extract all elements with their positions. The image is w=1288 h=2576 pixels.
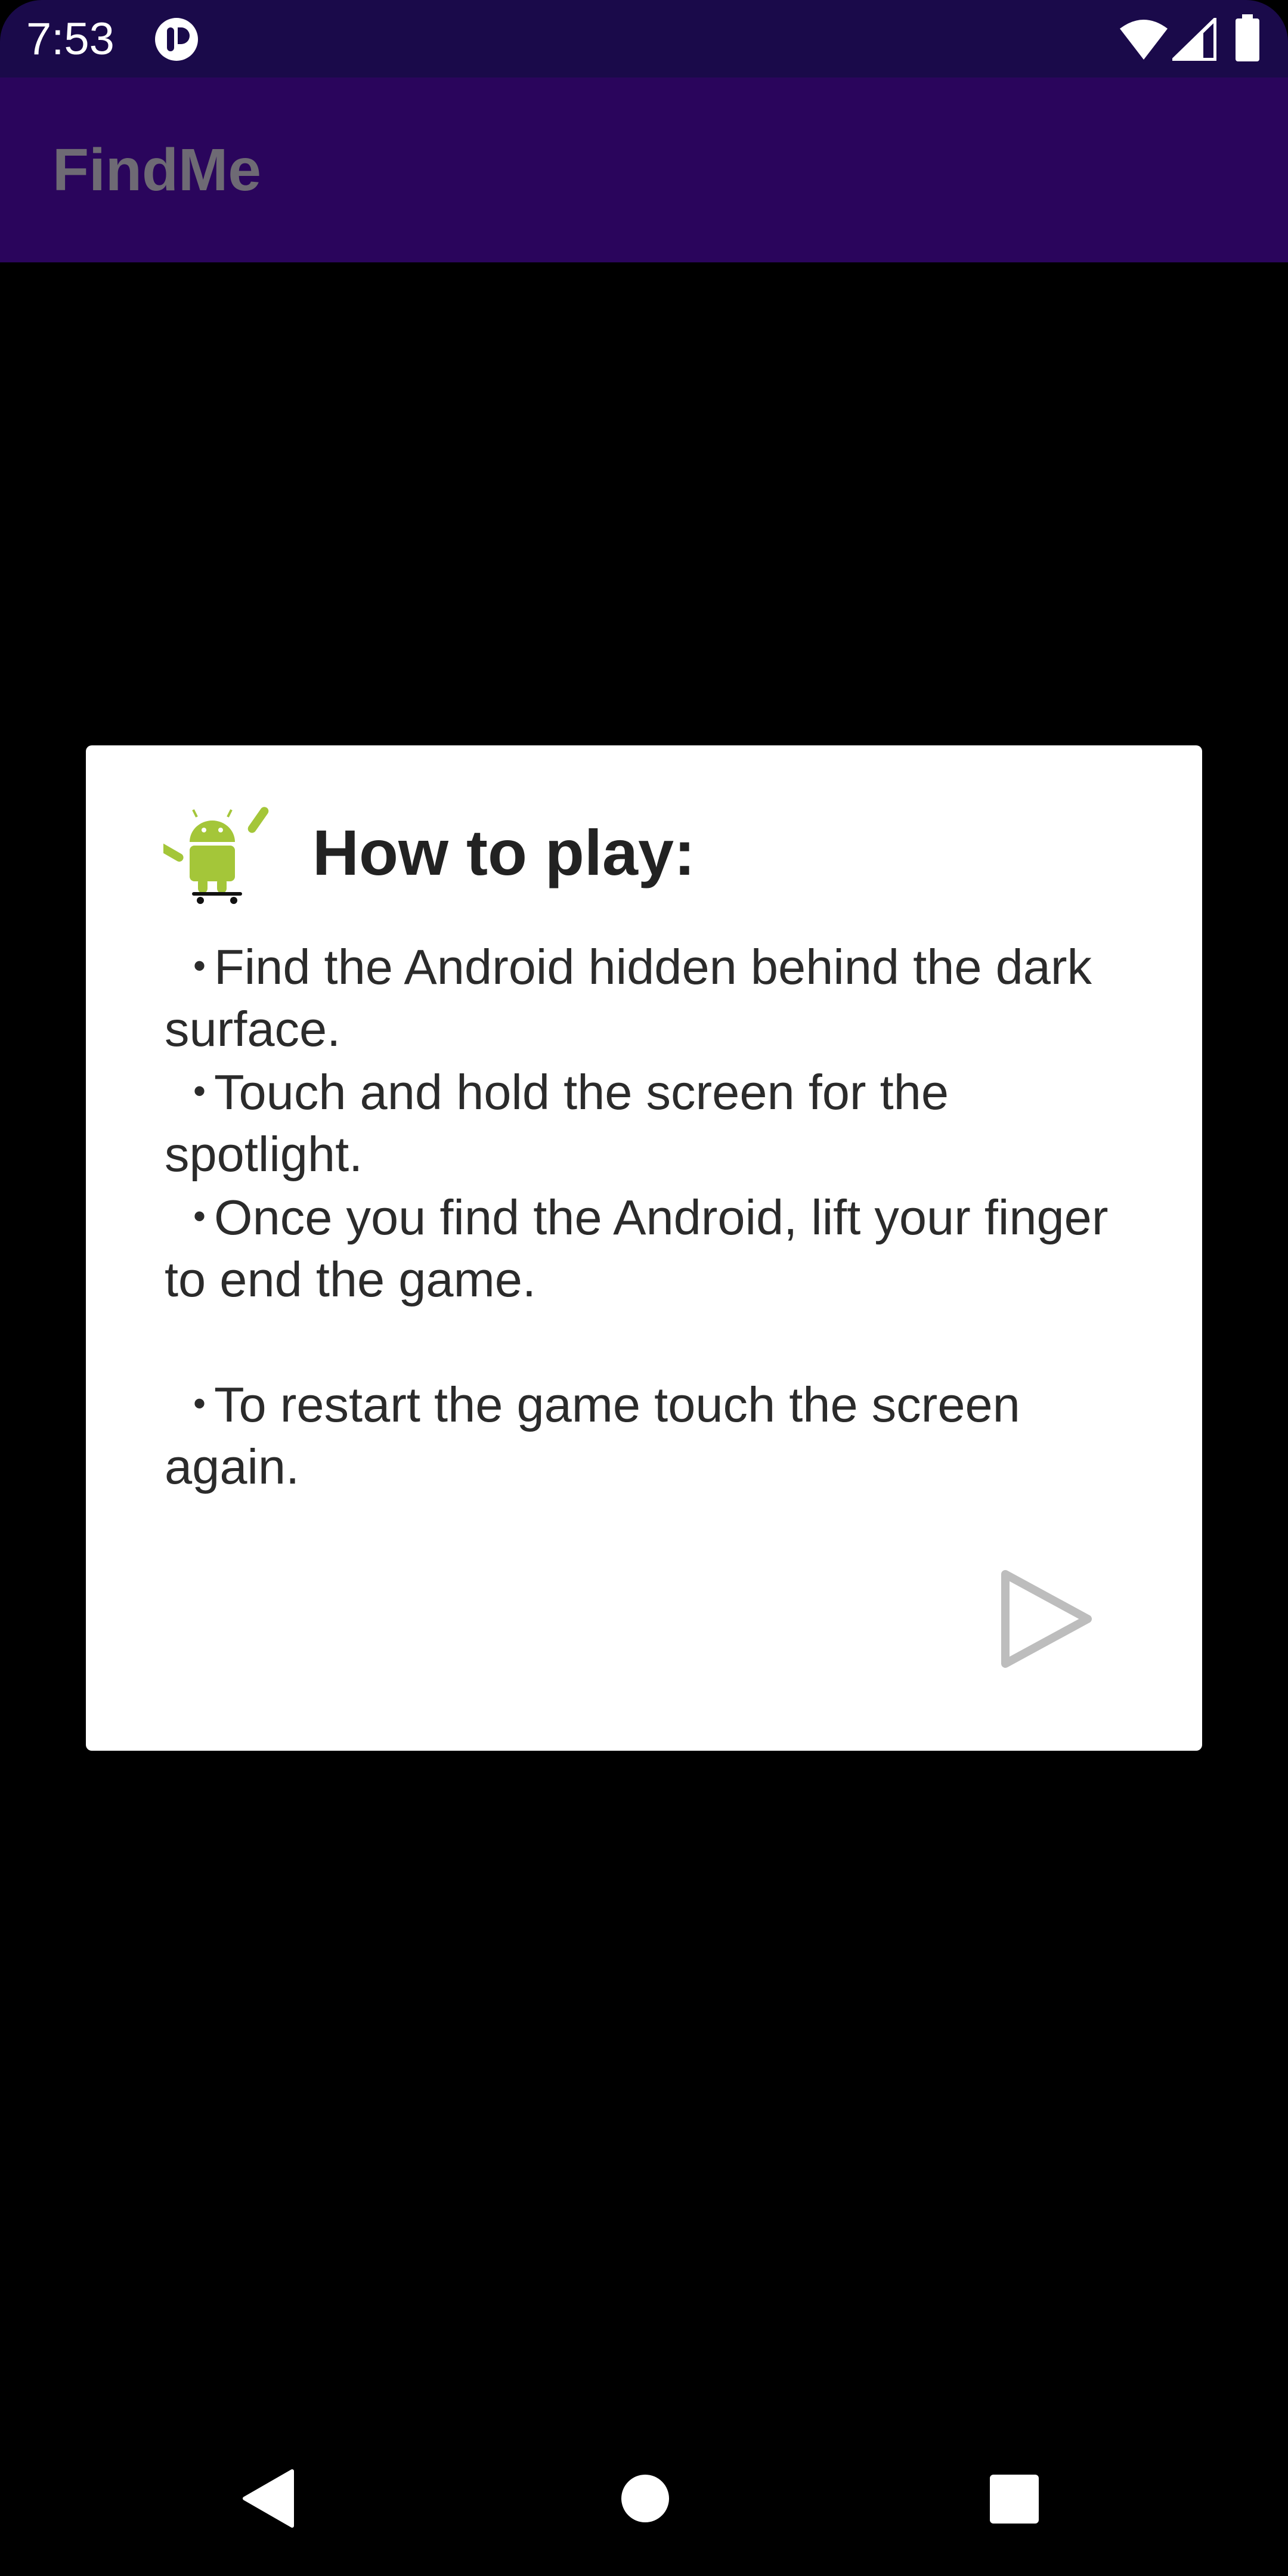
instruction-item: • Touch and hold the screen for the spotl… <box>165 1064 949 1182</box>
android-skateboard-icon <box>163 807 269 904</box>
app-notification-icon <box>155 18 198 61</box>
cellular-signal-icon <box>1172 18 1216 61</box>
instruction-item: • Find the Android hidden behind the dark… <box>165 939 1092 1057</box>
back-icon[interactable] <box>241 2469 295 2528</box>
app-title: FindMe <box>52 137 261 203</box>
play-icon[interactable] <box>992 1562 1100 1676</box>
status-time: 7:53 <box>26 14 114 64</box>
status-bar: 7:53 <box>0 0 1288 78</box>
home-icon[interactable] <box>620 2473 670 2524</box>
instruction-item: • To restart the game touch the screen ag… <box>165 1377 1020 1494</box>
phone-screen: 7:53 FindMe How to play: • Find the Andr… <box>0 0 1288 2576</box>
battery-icon <box>1236 14 1259 61</box>
wifi-icon <box>1120 20 1168 60</box>
app-bar: FindMe <box>0 78 1288 262</box>
instructions-list: • Find the Android hidden behind the dark… <box>165 935 1154 1498</box>
dialog-title: How to play: <box>312 816 695 888</box>
recents-icon[interactable] <box>989 2473 1040 2525</box>
instruction-item: • Once you find the Android, lift your fi… <box>165 1190 1109 1307</box>
instruction-spacer <box>165 1311 1154 1373</box>
how-to-play-dialog: How to play: • Find the Android hidden be… <box>86 745 1202 1751</box>
